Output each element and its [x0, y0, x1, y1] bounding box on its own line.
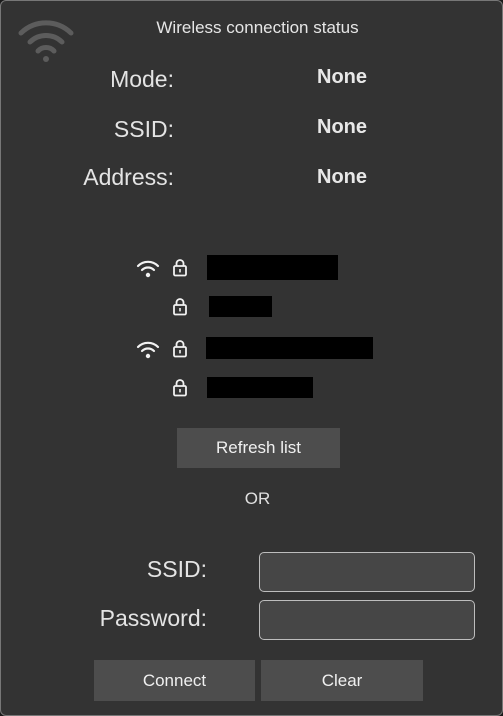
clear-button[interactable]: Clear [261, 660, 423, 701]
network-item[interactable] [1, 335, 502, 363]
network-name-redacted [209, 296, 272, 317]
mode-label: Mode: [110, 66, 174, 92]
panel-title: Wireless connection status [156, 18, 359, 37]
network-name-redacted [206, 337, 373, 359]
or-separator: OR [244, 489, 271, 508]
network-name-redacted [207, 255, 338, 280]
wireless-panel: Wireless connection status Mode: None SS… [0, 0, 503, 716]
lock-icon [173, 379, 187, 397]
ssid-input[interactable] [259, 552, 475, 592]
lock-icon [173, 259, 187, 277]
network-item[interactable] [1, 374, 502, 402]
wifi-signal-icon [136, 341, 160, 359]
address-value: None [317, 166, 367, 188]
lock-icon [173, 340, 187, 358]
ssid-form-label: SSID: [146, 556, 207, 582]
network-item[interactable] [1, 254, 502, 282]
network-item[interactable] [1, 293, 502, 321]
lock-icon [173, 298, 187, 316]
refresh-list-button[interactable]: Refresh list [177, 428, 340, 468]
ssid-status-value: None [317, 116, 367, 138]
network-name-redacted [207, 377, 313, 398]
connect-button[interactable]: Connect [94, 660, 255, 701]
wifi-signal-icon [136, 260, 160, 278]
mode-value: None [317, 66, 367, 88]
address-label: Address: [83, 164, 174, 190]
ssid-status-label: SSID: [113, 116, 174, 142]
password-input[interactable] [259, 600, 475, 640]
password-form-label: Password: [99, 605, 207, 631]
